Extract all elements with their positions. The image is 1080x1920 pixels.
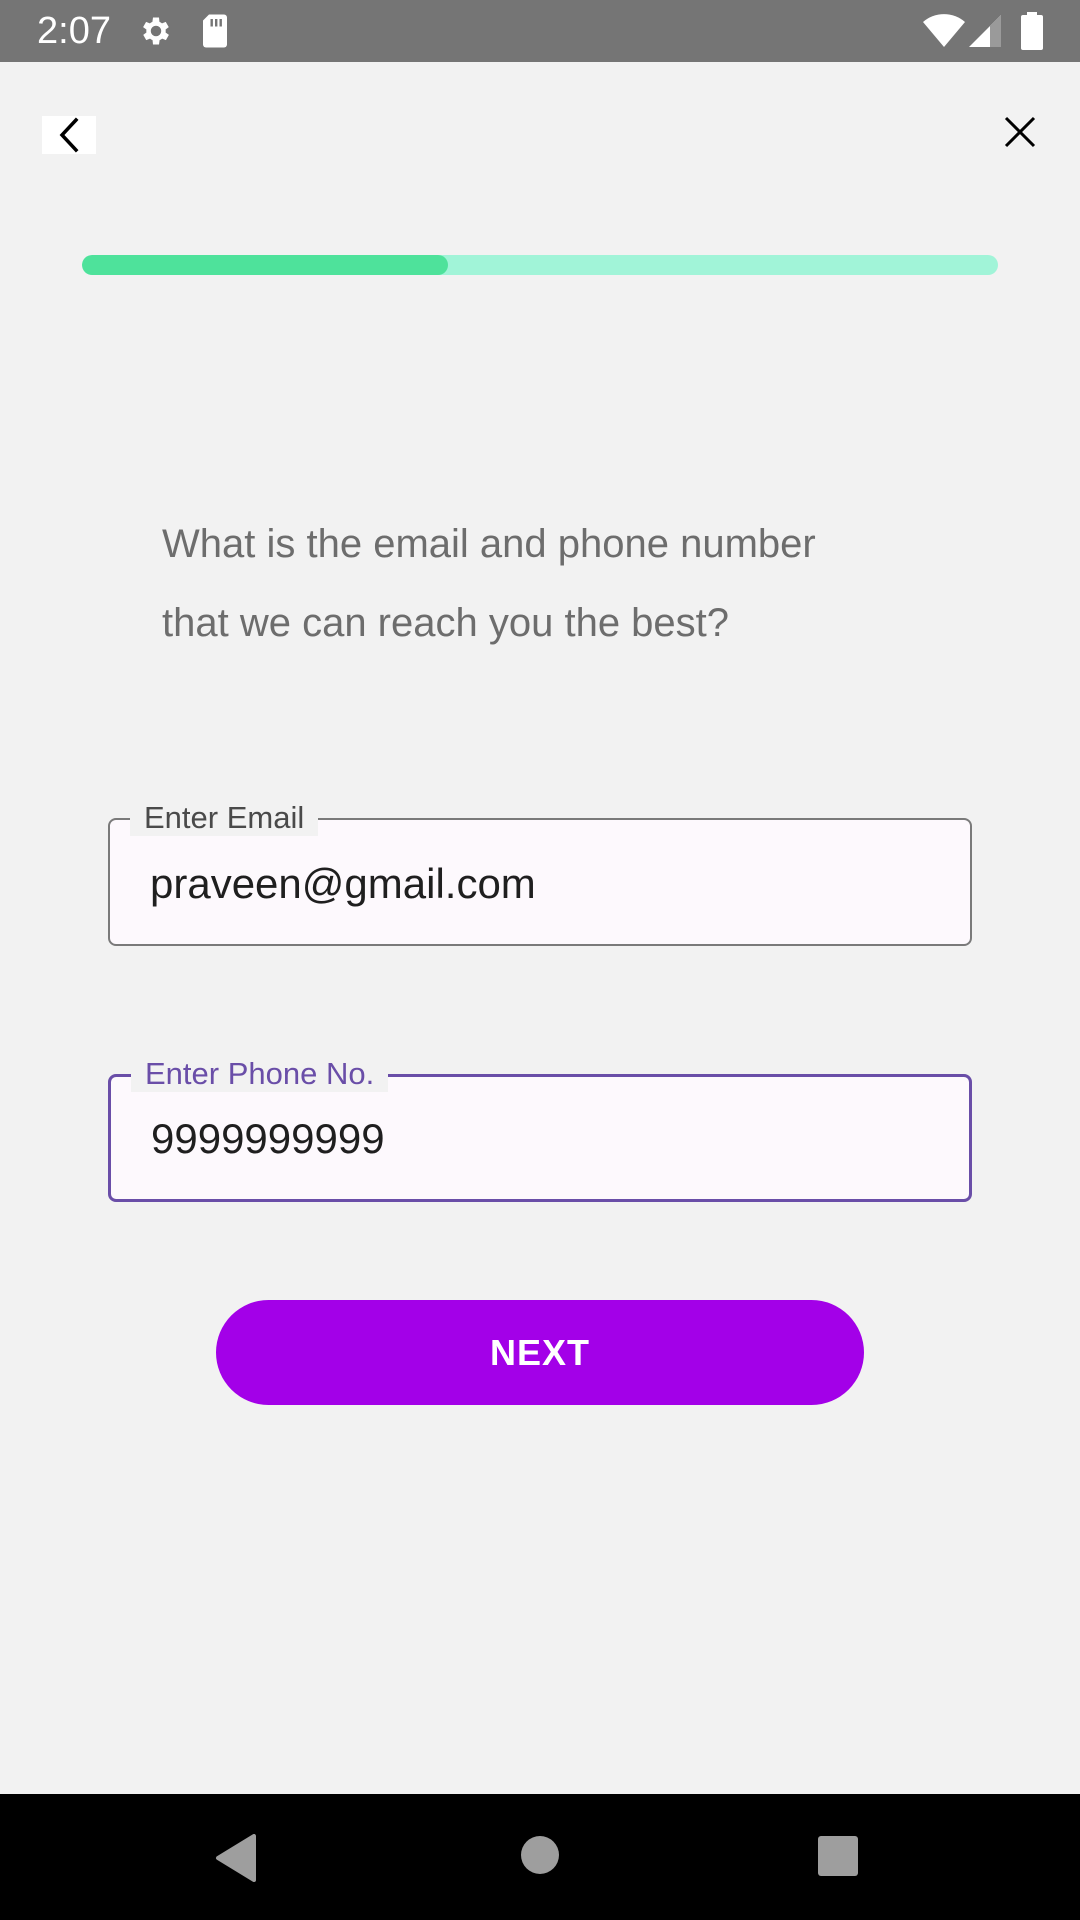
email-input[interactable] <box>150 856 950 912</box>
sd-card-icon <box>203 14 227 48</box>
nav-back-icon <box>216 1834 256 1882</box>
gear-icon <box>143 17 169 45</box>
progress-fill <box>82 255 449 275</box>
signal-icon <box>969 15 1001 47</box>
question-text: What is the email and phone number that … <box>162 505 922 663</box>
nav-recents-icon <box>818 1836 858 1876</box>
screen: 2:07 What is the email and phone number … <box>0 0 1080 1920</box>
next-button[interactable]: NEXT <box>216 1300 864 1405</box>
navigation-bar <box>0 1794 1080 1920</box>
nav-back-button[interactable] <box>214 1834 258 1887</box>
phone-field[interactable]: Enter Phone No. <box>108 1056 972 1202</box>
progress-bar <box>82 255 998 275</box>
status-time: 2:07 <box>37 10 111 52</box>
status-bar: 2:07 <box>0 0 1080 62</box>
chevron-left-icon <box>59 117 79 153</box>
wifi-icon <box>923 14 965 47</box>
back-button[interactable] <box>42 116 96 154</box>
battery-icon <box>1021 12 1043 50</box>
nav-recents-button[interactable] <box>818 1836 858 1881</box>
phone-field-label: Enter Phone No. <box>131 1056 389 1092</box>
question-line-2: that we can reach you the best? <box>162 601 730 645</box>
close-icon <box>1004 116 1036 148</box>
email-field-label: Enter Email <box>130 800 319 836</box>
email-field[interactable]: Enter Email <box>108 800 972 946</box>
nav-home-icon <box>521 1836 559 1874</box>
phone-input[interactable] <box>151 1111 949 1167</box>
question-line-1: What is the email and phone number <box>162 522 816 566</box>
close-button[interactable] <box>1000 112 1040 152</box>
nav-home-button[interactable] <box>519 1834 561 1881</box>
